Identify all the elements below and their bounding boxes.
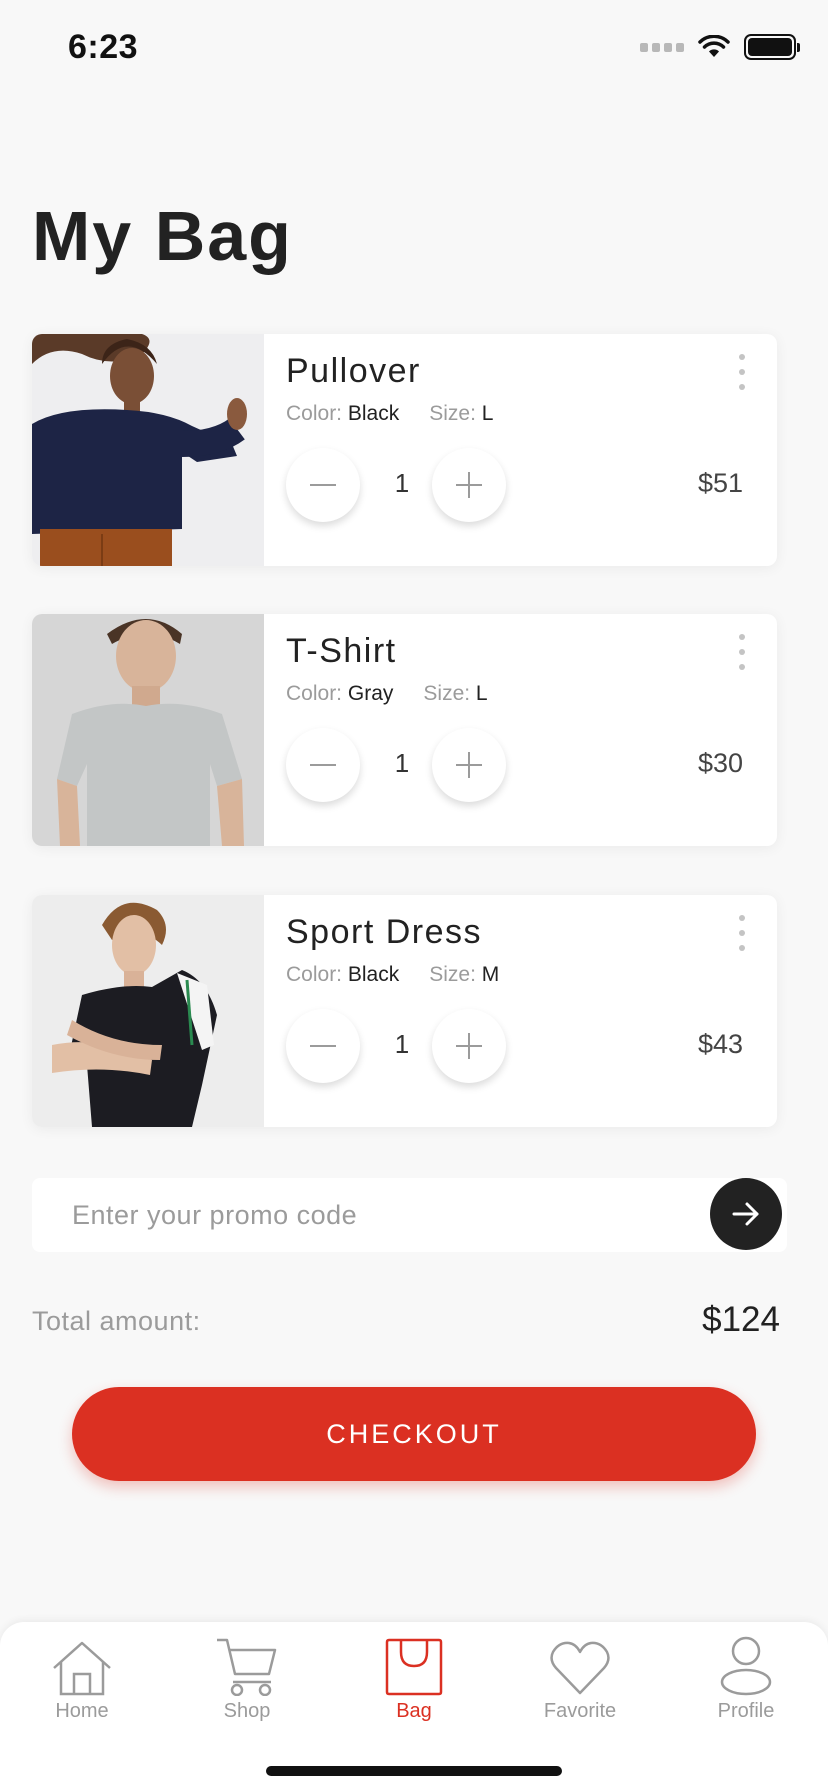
increase-quantity-button[interactable] [432,728,506,802]
promo-code-box [32,1178,787,1252]
tab-home[interactable]: Home [22,1632,142,1723]
increase-quantity-button[interactable] [432,448,506,522]
wifi-icon [698,35,730,57]
promo-code-input[interactable] [32,1178,712,1252]
heart-icon [545,1632,615,1696]
minus-icon [310,764,336,766]
tab-label: Favorite [543,1700,617,1722]
size-label: Size: [429,402,476,425]
status-time: 6:23 [68,28,139,66]
more-options-icon[interactable] [735,915,749,951]
page-title: My Bag [32,197,293,275]
tab-favorite[interactable]: Favorite [520,1632,640,1723]
quantity-value: 1 [394,748,410,778]
size-label: Size: [429,963,476,986]
home-icon [47,1632,117,1696]
size-label: Size: [423,682,471,705]
more-options-icon[interactable] [735,634,749,670]
status-icons [640,34,800,60]
color-label: Color: [286,963,343,986]
item-price: $51 [697,468,743,498]
product-image-pullover[interactable] [32,334,264,566]
product-name: T-Shirt [286,632,397,670]
color-label: Color: [286,402,343,425]
total-amount-label: Total amount: [32,1306,201,1336]
product-image-tshirt[interactable] [32,614,264,846]
apply-promo-button[interactable] [710,1178,782,1250]
decrease-quantity-button[interactable] [286,728,360,802]
tab-profile[interactable]: Profile [686,1632,806,1723]
color-value: Black [347,963,400,986]
total-amount-value: $124 [702,1300,780,1339]
person-icon [711,1632,781,1696]
checkout-button[interactable]: CHECKOUT [72,1387,756,1481]
plus-icon [456,1033,482,1059]
bag-item-card[interactable]: Pullover Color: Black Size: L 1 $51 [32,334,777,566]
product-name: Sport Dress [286,913,482,951]
product-name: Pullover [286,352,421,390]
product-attributes: Color: Black Size: M [286,963,499,987]
product-attributes: Color: Black Size: L [286,402,493,426]
increase-quantity-button[interactable] [432,1009,506,1083]
tab-label: Profile [717,1700,775,1722]
signal-icon [640,42,684,52]
quantity-value: 1 [394,468,410,498]
more-options-icon[interactable] [735,354,749,390]
color-label: Color: [286,682,343,705]
size-value: L [475,682,488,705]
tab-bag[interactable]: Bag [354,1632,474,1723]
plus-icon [456,472,482,498]
item-price: $43 [697,1029,743,1059]
tab-label: Home [55,1700,109,1722]
battery-icon [744,34,800,60]
arrow-right-icon [732,1202,759,1226]
quantity-value: 1 [394,1029,410,1059]
plus-icon [456,752,482,778]
size-value: M [481,963,500,986]
size-value: L [481,402,494,425]
minus-icon [310,484,336,486]
bag-icon [379,1632,449,1696]
home-indicator [266,1766,562,1776]
product-image-sport-dress[interactable] [32,895,264,1127]
bag-item-card[interactable]: T-Shirt Color: Gray Size: L 1 $30 [32,614,777,846]
decrease-quantity-button[interactable] [286,1009,360,1083]
minus-icon [310,1045,336,1047]
status-bar: 6:23 [0,0,828,100]
cart-icon [212,1632,282,1696]
decrease-quantity-button[interactable] [286,448,360,522]
bag-item-card[interactable]: Sport Dress Color: Black Size: M 1 $43 [32,895,777,1127]
tab-label: Bag [396,1700,432,1722]
color-value: Gray [347,682,394,705]
tab-label: Shop [223,1700,271,1722]
color-value: Black [347,402,400,425]
tab-shop[interactable]: Shop [187,1632,307,1723]
product-attributes: Color: Gray Size: L [286,682,488,706]
item-price: $30 [697,748,743,778]
